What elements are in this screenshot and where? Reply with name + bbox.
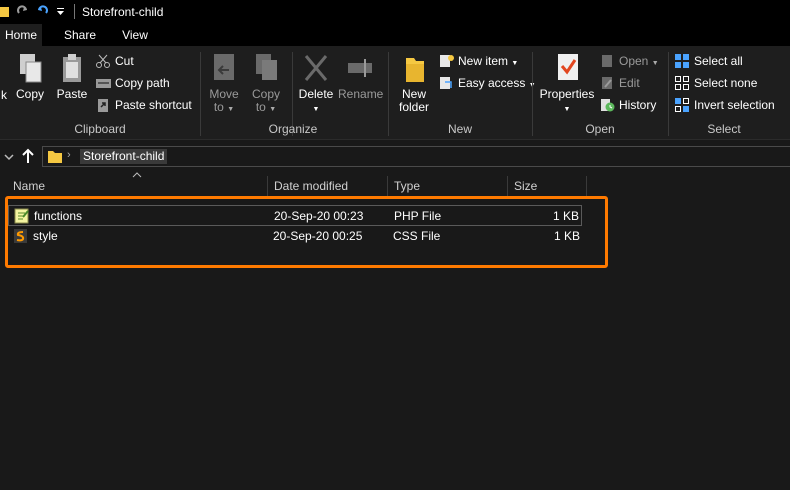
- open-icon: [602, 55, 612, 67]
- copy-label: Copy: [15, 87, 44, 101]
- invert-selection-icon: [675, 98, 689, 112]
- tab-share[interactable]: Share: [56, 24, 104, 46]
- rename-label: Rename: [338, 87, 384, 101]
- up-arrow-icon[interactable]: [21, 148, 35, 164]
- move-to-icon: [214, 54, 234, 80]
- folder-icon[interactable]: [0, 4, 10, 18]
- ribbon: k Copy Paste Cut Copy path Paste shortcu…: [0, 46, 790, 140]
- open-group-label: Open: [585, 122, 615, 136]
- properties-label: Properties: [539, 87, 595, 101]
- delete-dropdown-caret[interactable]: ▼: [296, 101, 336, 116]
- invert-selection-label: Invert selection: [694, 98, 775, 112]
- annotation-highlight-box: [5, 196, 608, 268]
- ribbon-tabs: Home Share View: [0, 24, 790, 46]
- new-item-label: New item ▼: [458, 54, 519, 68]
- copy-to-label-2: to ▼: [255, 100, 277, 114]
- open-label: Open ▼: [619, 54, 659, 68]
- paste-icon: [63, 54, 81, 82]
- new-folder-label-2: folder: [398, 100, 430, 114]
- select-group-label: Select: [707, 122, 741, 136]
- select-none-icon: [675, 76, 689, 90]
- window-title: Storefront-child: [82, 5, 164, 19]
- cut-label: Cut: [115, 54, 134, 68]
- copy-to-button[interactable]: Copy to ▼: [246, 52, 286, 116]
- copy-button[interactable]: Copy: [12, 52, 48, 101]
- new-group-label: New: [447, 122, 472, 136]
- folder-icon: [48, 151, 62, 163]
- properties-icon: [558, 54, 578, 80]
- tab-home[interactable]: Home: [0, 24, 42, 46]
- redo-icon[interactable]: [16, 4, 30, 18]
- history-icon: [601, 99, 615, 112]
- path-separator-icon: ›: [67, 149, 71, 161]
- organize-group-label: Organize: [268, 122, 318, 136]
- copy-path-label: Copy path: [115, 76, 170, 90]
- breadcrumb-storefront-child[interactable]: Storefront-child: [80, 149, 168, 164]
- select-all-label: Select all: [694, 54, 743, 68]
- paste-label: Paste: [56, 87, 88, 101]
- column-header-name[interactable]: Name: [7, 176, 268, 197]
- delete-button[interactable]: Delete ▼: [296, 52, 336, 116]
- delete-label: Delete: [298, 87, 334, 101]
- undo-icon[interactable]: [35, 4, 49, 18]
- move-to-button[interactable]: Move to ▼: [204, 52, 244, 116]
- easy-access-label: Easy access ▼: [458, 76, 536, 90]
- copy-to-icon: [256, 54, 277, 80]
- copy-icon: [20, 54, 42, 83]
- edit-label: Edit: [619, 76, 640, 90]
- move-to-label-2: to ▼: [213, 100, 235, 114]
- select-none-label: Select none: [694, 76, 758, 90]
- column-header-type[interactable]: Type: [388, 176, 508, 197]
- easy-access-icon: [440, 77, 452, 89]
- new-folder-button[interactable]: New folder: [394, 52, 434, 114]
- scissors-icon: [96, 54, 110, 68]
- customize-quick-access-icon[interactable]: [56, 4, 66, 18]
- edit-icon: [602, 77, 612, 89]
- properties-dropdown-caret[interactable]: ▼: [538, 101, 596, 116]
- pin-quick-access-button[interactable]: k: [0, 52, 8, 102]
- column-header-size[interactable]: Size: [508, 176, 587, 197]
- navigation-bar: › Storefront-child: [0, 141, 790, 171]
- select-all-icon: [675, 54, 689, 68]
- new-folder-icon: [406, 58, 424, 82]
- rename-icon: [348, 59, 372, 77]
- address-bar[interactable]: › Storefront-child: [42, 146, 790, 167]
- history-label: History: [619, 98, 657, 112]
- rename-button[interactable]: Rename: [338, 52, 384, 101]
- title-divider: [74, 4, 75, 19]
- paste-shortcut-icon: [98, 99, 108, 112]
- chevron-down-icon[interactable]: [4, 152, 14, 162]
- tab-view[interactable]: View: [112, 24, 158, 46]
- pin-quick-access-label: k: [1, 88, 7, 102]
- copy-path-icon: [96, 79, 111, 88]
- paste-button[interactable]: Paste: [54, 52, 90, 101]
- properties-button[interactable]: Properties ▼: [538, 52, 596, 116]
- delete-icon: [304, 55, 328, 81]
- paste-shortcut-label: Paste shortcut: [115, 98, 192, 112]
- new-item-icon: [440, 55, 454, 67]
- title-bar: Storefront-child: [0, 0, 790, 24]
- column-header-date-modified[interactable]: Date modified: [268, 176, 388, 197]
- clipboard-group-label: Clipboard: [74, 122, 126, 136]
